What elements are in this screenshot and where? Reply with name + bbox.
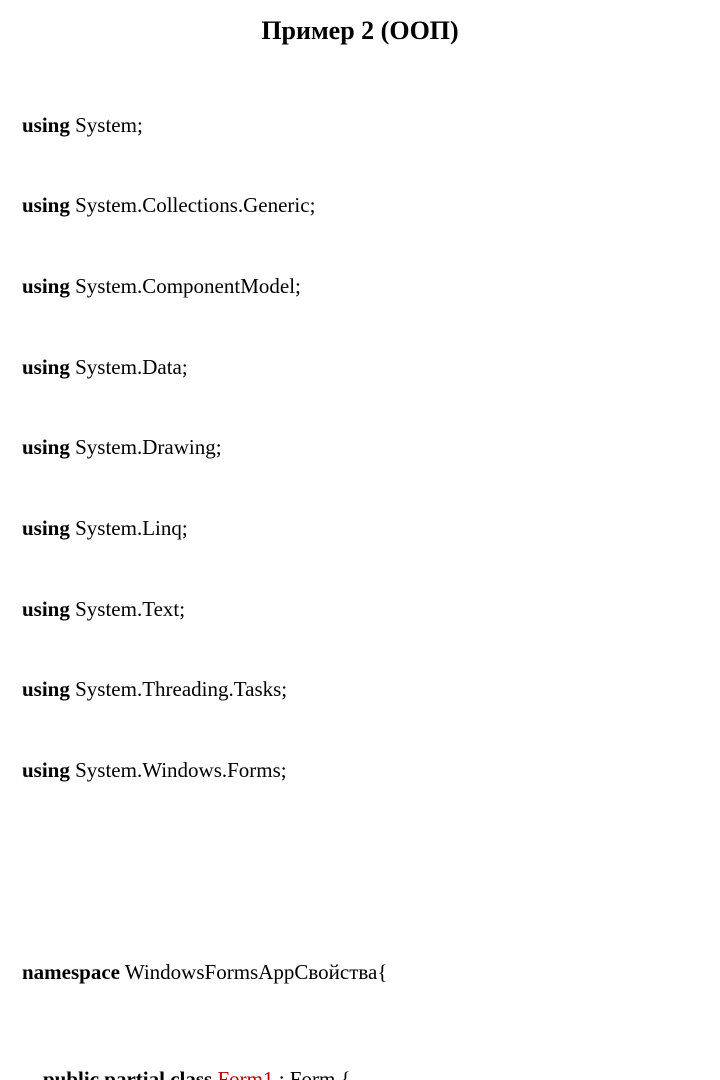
using-line: using System.Drawing; xyxy=(22,434,698,461)
using-text: System.Collections.Generic; xyxy=(70,193,316,217)
using-text: System.Windows.Forms; xyxy=(70,758,287,782)
keyword-using: using xyxy=(22,516,70,540)
using-text: System.ComponentModel; xyxy=(70,274,301,298)
using-line: using System.Windows.Forms; xyxy=(22,757,698,784)
code-block: using System; using System.Collections.G… xyxy=(22,58,698,1080)
blank-line xyxy=(22,864,698,878)
namespace-line: namespace WindowsFormsAppСвойства{ xyxy=(22,959,698,986)
using-text: System.Text; xyxy=(70,597,185,621)
keyword-using: using xyxy=(22,435,70,459)
using-line: using System.Threading.Tasks; xyxy=(22,676,698,703)
keyword-using: using xyxy=(22,758,70,782)
using-line: using System.Data; xyxy=(22,354,698,381)
keyword-using: using xyxy=(22,274,70,298)
slide-title: Пример 2 (ООП) xyxy=(22,16,698,46)
using-text: System.Drawing; xyxy=(70,435,222,459)
using-line: using System.Text; xyxy=(22,596,698,623)
class-rest: : Form { xyxy=(273,1067,350,1080)
keyword-public-partial-class: public partial class xyxy=(43,1067,212,1080)
keyword-using: using xyxy=(22,113,70,137)
keyword-using: using xyxy=(22,355,70,379)
indent xyxy=(22,1067,43,1080)
using-line: using System.Linq; xyxy=(22,515,698,542)
using-line: using System.ComponentModel; xyxy=(22,273,698,300)
keyword-using: using xyxy=(22,677,70,701)
keyword-using: using xyxy=(22,597,70,621)
keyword-using: using xyxy=(22,193,70,217)
keyword-namespace: namespace xyxy=(22,960,120,984)
class-name: Form1 xyxy=(217,1067,273,1080)
using-line: using System.Collections.Generic; xyxy=(22,192,698,219)
class-decl-line: public partial class Form1 : Form { xyxy=(22,1066,698,1080)
using-text: System.Threading.Tasks; xyxy=(70,677,287,701)
using-text: System; xyxy=(70,113,143,137)
slide: Пример 2 (ООП) using System; using Syste… xyxy=(0,0,720,540)
namespace-text: WindowsFormsAppСвойства{ xyxy=(120,960,387,984)
using-text: System.Linq; xyxy=(70,516,188,540)
using-line: using System; xyxy=(22,112,698,139)
using-text: System.Data; xyxy=(70,355,188,379)
